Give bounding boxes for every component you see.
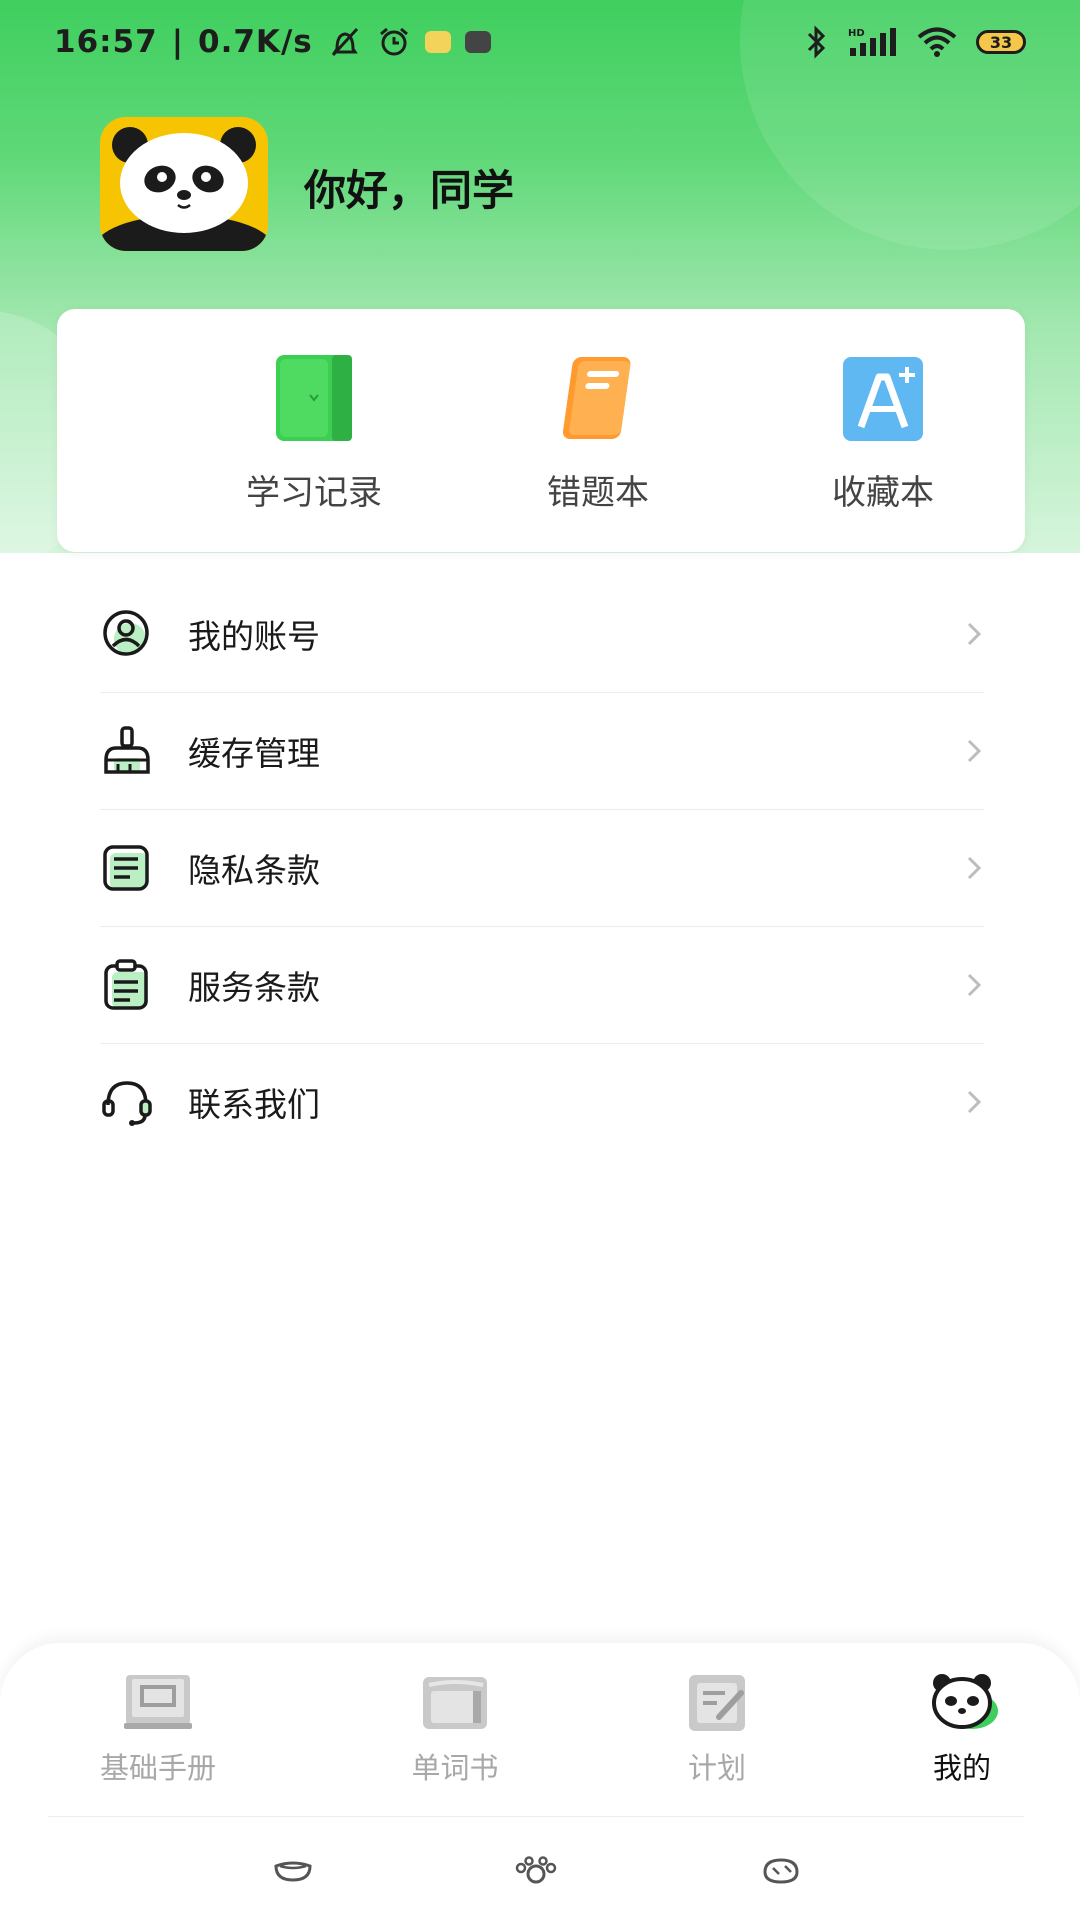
signal-hd-icon: HD — [848, 28, 896, 56]
menu-item-label: 我的账号 — [188, 617, 320, 656]
separator: | — [171, 24, 185, 60]
headset-icon — [102, 1081, 152, 1126]
tab-wordbook[interactable]: 单词书 — [355, 1671, 555, 1787]
quick-action-label: 收藏本 — [832, 473, 934, 513]
alarm-icon — [379, 27, 408, 56]
tab-handbook[interactable]: 基础手册 — [58, 1671, 258, 1787]
chevron-right-icon — [967, 1090, 982, 1114]
mute-icon — [331, 27, 358, 57]
greeting-text: 你好，同学 — [304, 166, 515, 215]
nav-divider — [48, 1816, 1024, 1817]
avatar[interactable] — [100, 117, 268, 251]
tab-label: 计划 — [687, 1751, 746, 1785]
menu-item-label: 服务条款 — [188, 968, 320, 1007]
menu-item-privacy-policy[interactable]: 隐私条款 — [100, 810, 984, 927]
chevron-right-icon — [967, 973, 982, 997]
status-bar: 16:57 | 0.7K/s HD 33 — [0, 0, 1080, 84]
menu-item-label: 缓存管理 — [188, 734, 320, 773]
app-notification-icon — [464, 31, 491, 53]
wifi-icon — [917, 27, 957, 57]
recent-gesture-icon[interactable] — [761, 1856, 801, 1886]
bottom-nav: 基础手册 单词书 计划 我的 — [0, 1643, 1080, 1920]
settings-menu: 我的账号 缓存管理 隐私条款 服务条款 联系我们 — [100, 576, 984, 1160]
clock: 16:57 — [54, 24, 158, 60]
quick-action-label: 学习记录 — [246, 473, 382, 513]
quick-action-favorites[interactable]: 收藏本 — [783, 353, 983, 514]
chevron-right-icon — [967, 739, 982, 763]
blue-font-a-icon — [843, 357, 923, 441]
handbook-icon — [124, 1675, 192, 1729]
home-gesture-icon[interactable] — [513, 1856, 559, 1886]
plan-edit-icon — [689, 1675, 745, 1731]
menu-item-label: 隐私条款 — [188, 851, 320, 890]
menu-item-cache-management[interactable]: 缓存管理 — [100, 693, 984, 810]
back-gesture-icon[interactable] — [272, 1856, 314, 1884]
menu-item-label: 联系我们 — [188, 1085, 320, 1124]
green-book-icon — [276, 355, 352, 441]
svg-text:HD: HD — [848, 28, 865, 39]
chevron-right-icon — [967, 856, 982, 880]
panda-avatar-icon — [100, 117, 268, 251]
wordbook-icon — [423, 1677, 487, 1729]
quick-actions-card: 学习记录 错题本 收藏本 — [57, 309, 1025, 552]
quick-action-wrong-questions[interactable]: 错题本 — [498, 353, 698, 514]
quick-action-study-record[interactable]: 学习记录 — [214, 353, 414, 514]
tab-plan[interactable]: 计划 — [617, 1671, 817, 1787]
document-lines-icon — [103, 845, 149, 891]
bluetooth-icon — [807, 25, 826, 59]
battery-icon: 33 — [976, 30, 1026, 54]
tab-label: 我的 — [932, 1751, 991, 1785]
panda-tab-icon — [932, 1674, 998, 1729]
app-notification-icon — [424, 31, 451, 53]
brush-icon — [104, 726, 150, 774]
tab-label: 基础手册 — [99, 1751, 216, 1785]
clipboard-icon — [104, 959, 148, 1010]
quick-action-label: 错题本 — [547, 473, 649, 513]
user-circle-icon — [103, 610, 149, 656]
menu-item-terms-of-service[interactable]: 服务条款 — [100, 927, 984, 1044]
tab-mine[interactable]: 我的 — [862, 1671, 1062, 1787]
tab-label: 单词书 — [411, 1751, 499, 1785]
chevron-right-icon — [967, 622, 982, 646]
menu-item-contact-us[interactable]: 联系我们 — [100, 1044, 984, 1160]
orange-notebook-icon — [562, 357, 631, 439]
menu-item-my-account[interactable]: 我的账号 — [100, 576, 984, 693]
network-speed: 0.7K/s — [198, 24, 313, 60]
